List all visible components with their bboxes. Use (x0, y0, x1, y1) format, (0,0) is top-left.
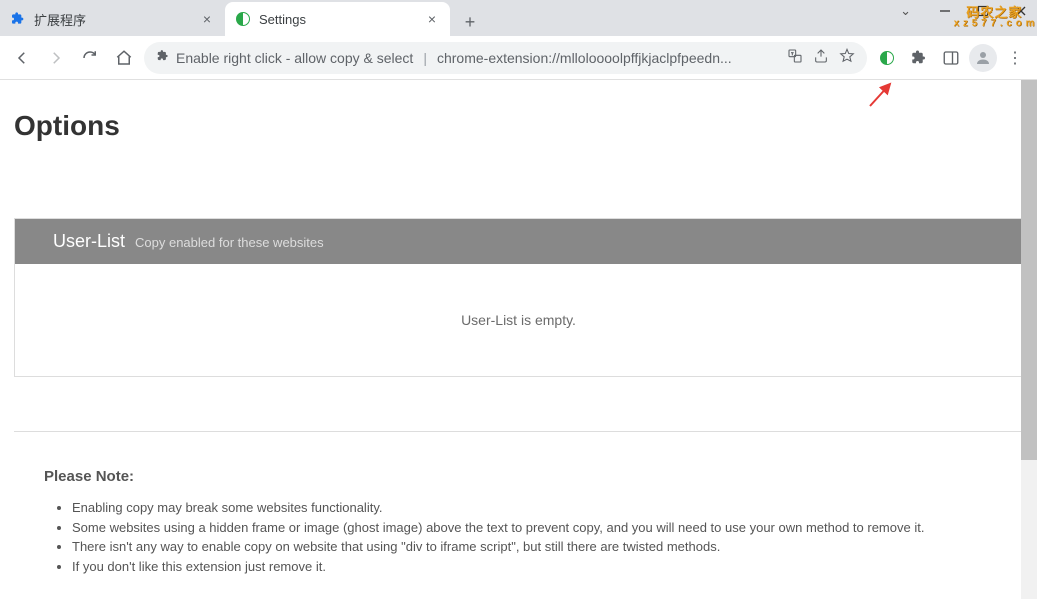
separator: | (423, 50, 427, 66)
share-icon[interactable] (813, 48, 829, 67)
window-controls: ⌄ (900, 1, 1035, 21)
back-button[interactable] (8, 44, 36, 72)
profile-button[interactable] (969, 44, 997, 72)
new-tab-button[interactable]: + (456, 8, 484, 36)
list-item: There isn't any way to enable copy on we… (72, 538, 993, 556)
extension-icon (156, 49, 170, 66)
page-title: Options (14, 80, 1023, 148)
chevron-down-icon[interactable]: ⌄ (900, 3, 911, 19)
reload-button[interactable] (76, 44, 104, 72)
section-desc: Copy enabled for these websites (135, 235, 324, 250)
url-text: chrome-extension://mlloloooolpffjkjaclpf… (437, 50, 732, 66)
tab-settings[interactable]: Settings × (225, 2, 450, 36)
pinned-extension-icon[interactable] (873, 44, 901, 72)
tab-title: 扩展程序 (34, 10, 199, 29)
vertical-scrollbar[interactable] (1021, 80, 1037, 599)
page-content: Options User-List Copy enabled for these… (0, 80, 1037, 599)
list-item: If you don't like this extension just re… (72, 558, 993, 576)
empty-state: User-List is empty. (15, 264, 1022, 376)
maximize-button[interactable] (969, 1, 997, 21)
extensions-button[interactable] (905, 44, 933, 72)
close-window-button[interactable] (1007, 1, 1035, 21)
address-bar[interactable]: Enable right click - allow copy & select… (144, 42, 867, 74)
tab-strip: 扩展程序 × Settings × + ⌄ (0, 0, 1037, 36)
user-list-section: User-List Copy enabled for these website… (14, 218, 1023, 377)
section-title: User-List (53, 231, 125, 252)
scrollbar-thumb[interactable] (1021, 80, 1037, 460)
notes-title: Please Note: (44, 468, 993, 485)
menu-button[interactable]: ⋮ (1001, 44, 1029, 72)
star-icon[interactable] (839, 48, 855, 67)
section-header: User-List Copy enabled for these website… (15, 219, 1022, 264)
close-icon[interactable]: × (199, 11, 215, 27)
extension-name-label: Enable right click - allow copy & select (176, 50, 413, 66)
notes-section: Please Note: Enabling copy may break som… (14, 468, 1023, 575)
forward-button[interactable] (42, 44, 70, 72)
minimize-button[interactable] (931, 1, 959, 21)
side-panel-button[interactable] (937, 44, 965, 72)
tab-title: Settings (259, 12, 424, 27)
close-icon[interactable]: × (424, 11, 440, 27)
list-item: Some websites using a hidden frame or im… (72, 519, 993, 537)
divider (14, 431, 1023, 432)
list-item: Enabling copy may break some websites fu… (72, 499, 993, 517)
puzzle-icon (10, 11, 26, 27)
toolbar: Enable right click - allow copy & select… (0, 36, 1037, 80)
notes-list: Enabling copy may break some websites fu… (44, 499, 993, 575)
home-button[interactable] (110, 44, 138, 72)
translate-icon[interactable] (787, 48, 803, 67)
tab-extensions[interactable]: 扩展程序 × (0, 2, 225, 36)
extension-favicon-icon (235, 11, 251, 27)
